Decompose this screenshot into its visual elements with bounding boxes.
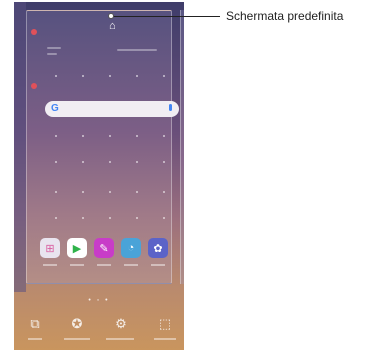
play-store-icon[interactable]: ▶ — [67, 238, 87, 258]
grid-dot — [82, 135, 84, 137]
grid-dot — [136, 161, 138, 163]
page-indicator: • ◦ • — [88, 297, 110, 304]
app-label — [124, 264, 138, 266]
widgets-icon[interactable]: ⧉ — [24, 316, 46, 332]
callout-label: Schermata predefinita — [226, 9, 344, 23]
grid-dot — [109, 75, 111, 77]
grid-dot — [136, 191, 138, 193]
bottom-label — [64, 338, 90, 340]
grid-dot — [163, 135, 165, 137]
bottom-label — [154, 338, 176, 340]
clock-widget-date — [47, 53, 57, 55]
callout-line — [112, 16, 220, 17]
google-logo: G — [51, 103, 59, 114]
phone-screen: ⌂ G ⊞ ▶ ✎ ◔ ✿ • ◦ • ⧉ ✪ ⚙ ⬚ — [14, 2, 184, 350]
grid-dot — [136, 75, 138, 77]
grid-dot — [82, 75, 84, 77]
home-settings-icon[interactable]: ⚙ — [110, 316, 132, 332]
app-label — [43, 264, 57, 266]
grid-dot — [136, 217, 138, 219]
grid-dot — [55, 191, 57, 193]
grid-dot — [136, 135, 138, 137]
grid-dot — [163, 161, 165, 163]
grid-dot — [55, 135, 57, 137]
grid-dot — [109, 161, 111, 163]
settings-icon[interactable]: ✿ — [148, 238, 168, 258]
callout-anchor — [108, 13, 114, 19]
search-widget[interactable]: G — [45, 101, 179, 117]
app-label — [70, 264, 84, 266]
grid-dot — [163, 191, 165, 193]
remove-widget-icon[interactable] — [31, 83, 37, 89]
grid-dot — [109, 217, 111, 219]
grid-dot — [55, 217, 57, 219]
grid-dot — [163, 75, 165, 77]
previous-page-preview[interactable] — [14, 2, 26, 292]
home-icon[interactable]: ⌂ — [109, 21, 116, 32]
weather-widget — [117, 49, 157, 51]
mic-icon[interactable] — [169, 104, 172, 111]
wallpaper-icon[interactable]: ⬚ — [154, 316, 176, 332]
grid-dot — [163, 217, 165, 219]
app-label — [151, 264, 165, 266]
clock-widget — [47, 47, 61, 49]
pen-icon[interactable]: ✎ — [94, 238, 114, 258]
bottom-label — [28, 338, 42, 340]
grid-dot — [109, 135, 111, 137]
next-page-preview[interactable]: G — [180, 10, 184, 284]
grid-dot — [82, 161, 84, 163]
grid-dot — [55, 161, 57, 163]
theme-icon[interactable]: ✪ — [66, 316, 88, 332]
music-icon[interactable]: ◔ — [121, 238, 141, 258]
grid-dot — [55, 75, 57, 77]
grid-dot — [82, 217, 84, 219]
remove-page-icon[interactable] — [31, 29, 37, 35]
bottom-label — [106, 338, 134, 340]
grid-dot — [109, 191, 111, 193]
app-folder-icon[interactable]: ⊞ — [40, 238, 60, 258]
app-label — [97, 264, 111, 266]
grid-dot — [82, 191, 84, 193]
